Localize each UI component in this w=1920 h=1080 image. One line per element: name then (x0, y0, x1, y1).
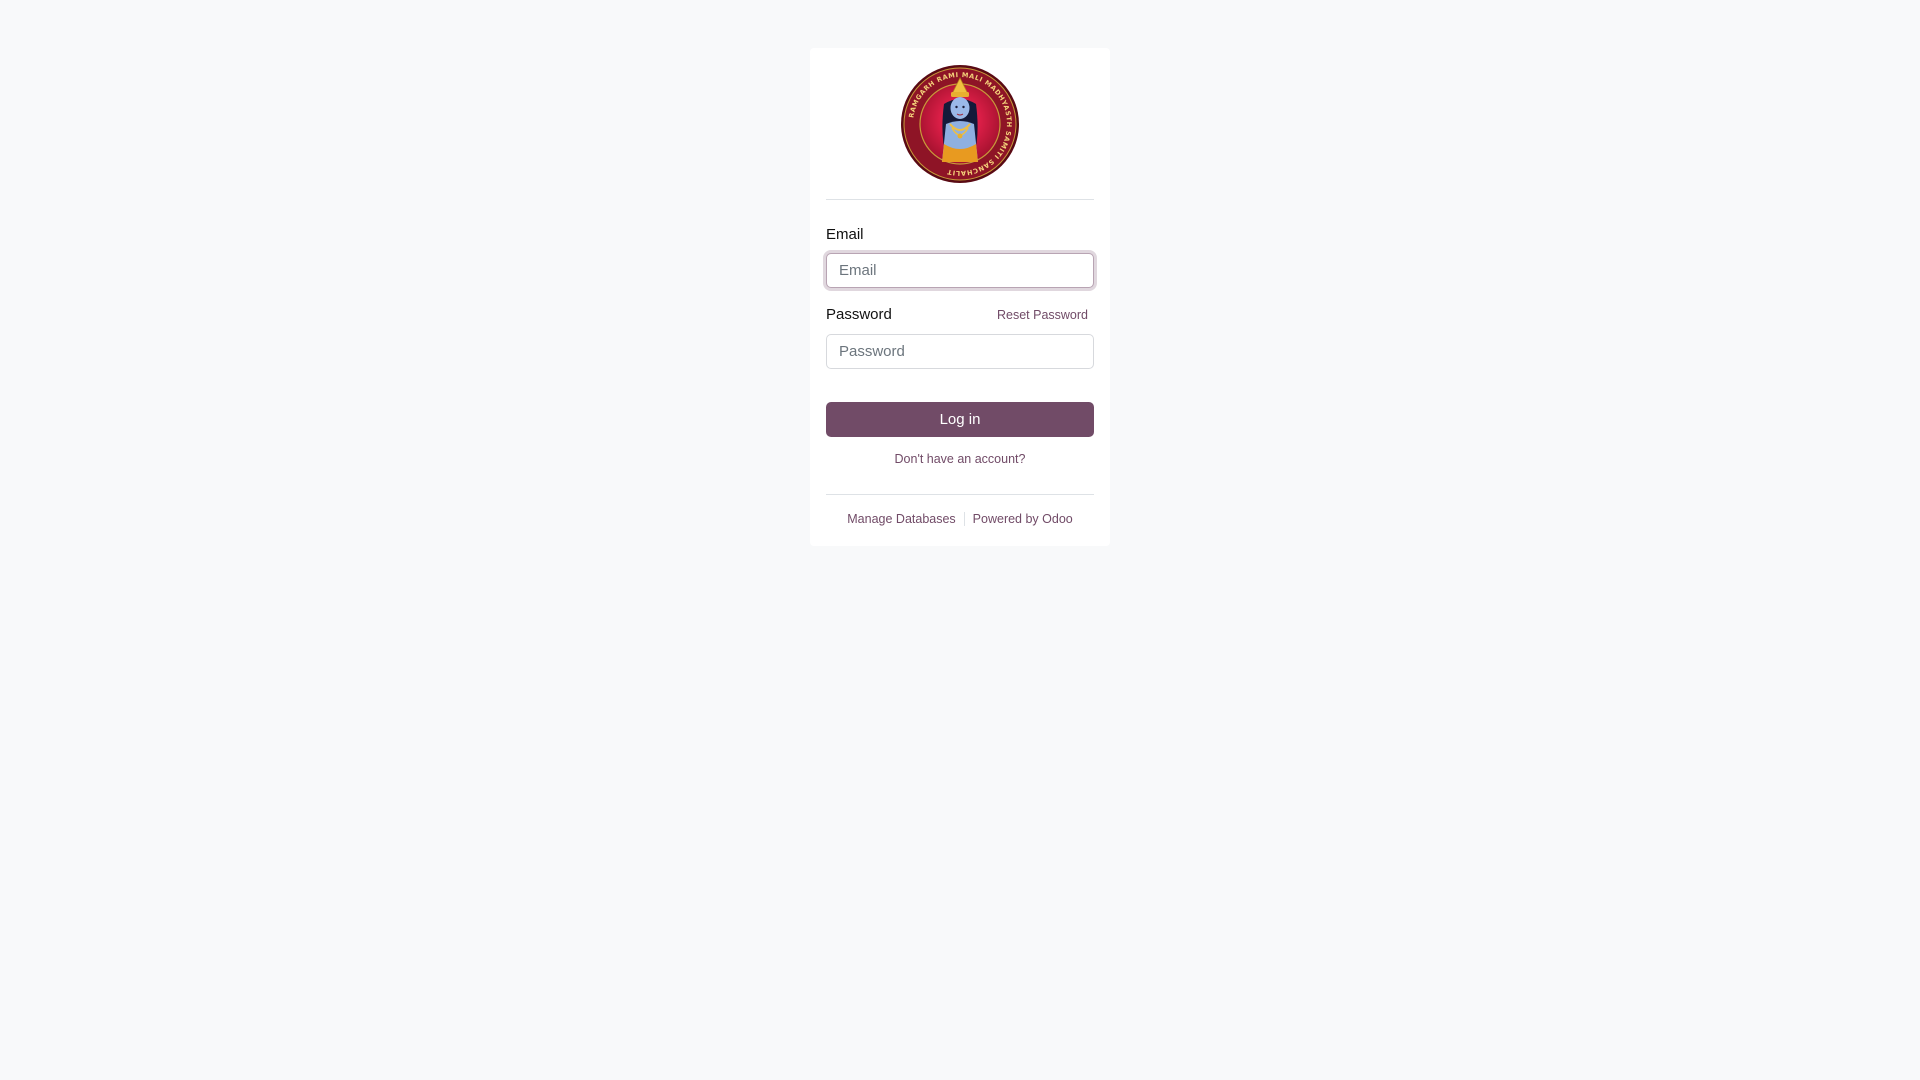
footer-divider (826, 494, 1094, 495)
email-label: Email (826, 226, 864, 243)
login-card: RAMGARH RAMI MALI MADHYASTH SAMITI SANCH… (810, 48, 1110, 546)
footer-separator (963, 512, 965, 526)
powered-by-odoo-link[interactable]: Powered by Odoo (973, 512, 1073, 526)
footer: Manage Databases Powered by Odoo (810, 512, 1110, 526)
email-field[interactable] (826, 253, 1094, 288)
password-field[interactable] (826, 334, 1094, 369)
company-logo: RAMGARH RAMI MALI MADHYASTH SAMITI SANCH… (901, 65, 1019, 183)
header-divider (826, 199, 1094, 200)
reset-password-link[interactable]: Reset Password (997, 308, 1088, 322)
signup-link[interactable]: Don't have an account? (810, 452, 1110, 466)
password-label: Password (826, 306, 892, 323)
login-button[interactable]: Log in (826, 402, 1094, 437)
manage-databases-link[interactable]: Manage Databases (847, 512, 955, 526)
logo-container: RAMGARH RAMI MALI MADHYASTH SAMITI SANCH… (810, 64, 1110, 184)
